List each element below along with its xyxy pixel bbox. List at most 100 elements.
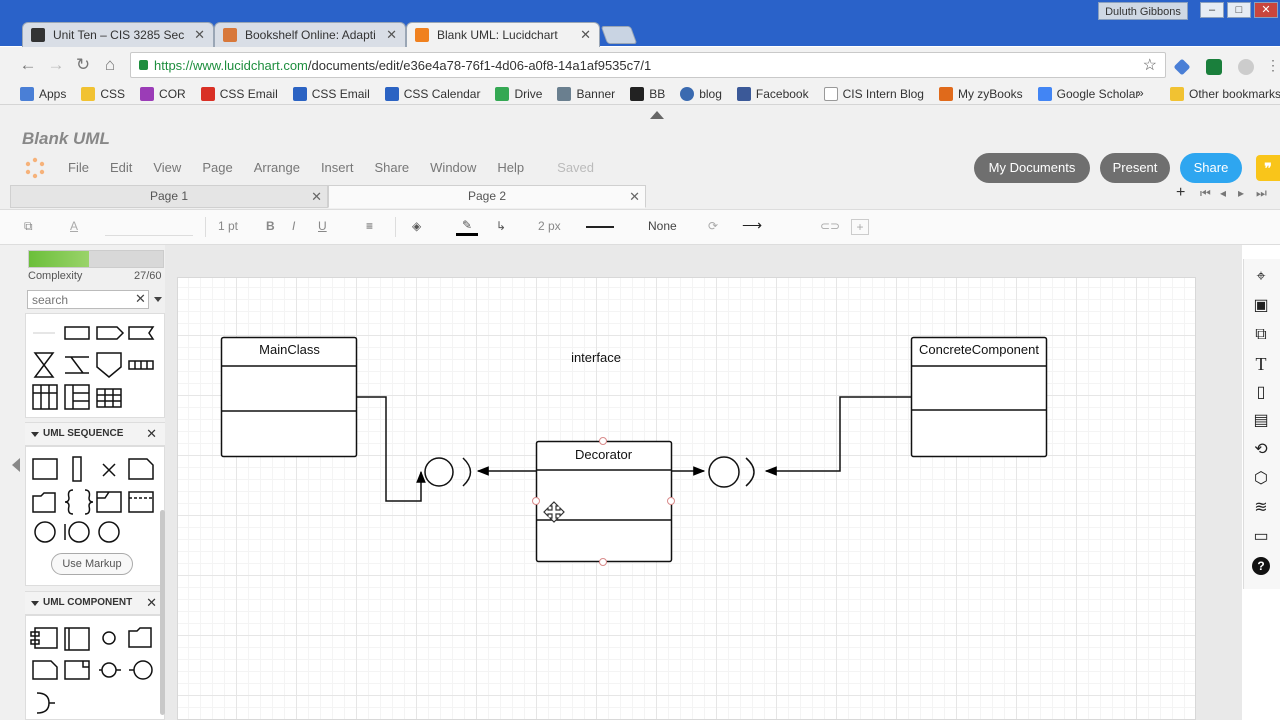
text-tool-icon[interactable]: T xyxy=(1252,355,1270,373)
menu-file[interactable]: File xyxy=(68,160,89,175)
bold-icon[interactable]: B xyxy=(266,219,275,233)
home-icon[interactable]: ⌂ xyxy=(100,55,120,75)
prev-page-icon[interactable]: ◂ xyxy=(1220,186,1226,200)
clear-search-icon[interactable]: ✕ xyxy=(135,291,146,307)
use-markup-button[interactable]: Use Markup xyxy=(51,553,133,575)
extension-icon[interactable] xyxy=(1206,59,1222,75)
shape-note[interactable] xyxy=(128,458,154,480)
bookmark-banner[interactable]: Banner xyxy=(557,86,615,101)
close-tab-icon[interactable]: ✕ xyxy=(194,27,205,43)
paint-format-icon[interactable]: ⧉ xyxy=(24,219,33,234)
help-icon[interactable]: ? xyxy=(1252,557,1270,575)
shape-z[interactable] xyxy=(65,356,89,374)
share-button[interactable]: Share xyxy=(1180,153,1242,183)
shape-search-input[interactable] xyxy=(27,290,149,309)
image-icon[interactable]: ▣ xyxy=(1252,297,1270,315)
reload-icon[interactable]: ↻ xyxy=(73,55,93,75)
bookmark-cor[interactable]: COR xyxy=(140,86,186,101)
link-icon[interactable]: ⊂⊃ xyxy=(820,219,840,233)
extension-icon[interactable] xyxy=(1173,58,1191,76)
arrow-start-select[interactable]: None xyxy=(648,219,677,233)
other-bookmarks[interactable]: Other bookmarks xyxy=(1170,87,1280,101)
next-page-icon[interactable]: ▸ xyxy=(1238,186,1244,200)
data-icon[interactable]: ⬡ xyxy=(1252,470,1270,488)
menu-window[interactable]: Window xyxy=(430,160,476,175)
shape-fragment[interactable] xyxy=(96,491,122,513)
shape-control[interactable] xyxy=(98,521,120,543)
menu-edit[interactable]: Edit xyxy=(110,160,132,175)
align-icon[interactable]: ≡ xyxy=(366,219,373,233)
menu-arrange[interactable]: Arrange xyxy=(254,160,300,175)
line-pattern-select[interactable] xyxy=(586,226,614,228)
shape-artifact[interactable] xyxy=(32,660,58,680)
presentation-icon[interactable]: ▭ xyxy=(1252,528,1270,546)
address-bar[interactable]: https://www.lucidchart.com/documents/edi… xyxy=(130,52,1166,78)
forward-icon[interactable]: → xyxy=(46,55,66,75)
mainclass-name[interactable]: MainClass xyxy=(222,342,357,357)
shape-table-2[interactable] xyxy=(64,384,90,410)
text-color-icon[interactable]: A xyxy=(70,219,78,233)
back-icon[interactable]: ← xyxy=(18,55,38,75)
shape-braces[interactable] xyxy=(64,489,94,515)
present-button[interactable]: Present xyxy=(1100,153,1170,183)
collapse-header-icon[interactable] xyxy=(650,111,664,119)
document-title[interactable]: Blank UML xyxy=(22,129,110,149)
shape-frame[interactable] xyxy=(128,491,154,513)
feedback-icon[interactable]: ❞ xyxy=(1256,155,1280,181)
shape-package[interactable] xyxy=(128,627,152,648)
shape-grid-table[interactable] xyxy=(96,388,122,408)
maximize-button[interactable]: □ xyxy=(1227,2,1251,18)
shape-interface[interactable] xyxy=(102,631,116,645)
menu-view[interactable]: View xyxy=(153,160,181,175)
bookmark-css[interactable]: CSS xyxy=(81,86,125,101)
shape-arrow-right[interactable] xyxy=(96,326,125,340)
bookmark-bb[interactable]: BB xyxy=(630,86,665,101)
document-icon[interactable]: ▤ xyxy=(1252,412,1270,430)
swap-arrows-icon[interactable]: ⟳ xyxy=(708,219,718,233)
insert-shape-icon[interactable]: + xyxy=(851,219,869,235)
close-library-icon[interactable]: ✕ xyxy=(146,423,157,445)
last-page-icon[interactable]: ⏭ xyxy=(1256,186,1267,201)
menu-page[interactable]: Page xyxy=(202,160,232,175)
bookmark-my-zybooks[interactable]: My zyBooks xyxy=(938,86,1023,101)
bookmark-blog[interactable]: blog xyxy=(680,86,722,101)
new-tab-button[interactable] xyxy=(600,26,638,44)
menu-share[interactable]: Share xyxy=(374,160,409,175)
shape-lifeline-box[interactable] xyxy=(32,458,58,480)
crosshair-icon[interactable]: ⌖ xyxy=(1252,268,1270,286)
collapse-left-panel-icon[interactable] xyxy=(12,458,20,472)
shape-port[interactable] xyxy=(133,660,153,680)
uml-component-header[interactable]: UML COMPONENT ✕ xyxy=(25,591,165,615)
bookmarks-overflow-button[interactable]: » xyxy=(1137,86,1144,100)
underline-icon[interactable]: U xyxy=(318,219,327,233)
bookmark-star-icon[interactable]: ☆ xyxy=(1143,55,1157,75)
bookmark-drive[interactable]: Drive xyxy=(495,86,542,101)
shape-required-interface[interactable] xyxy=(36,692,50,714)
menu-insert[interactable]: Insert xyxy=(321,160,354,175)
minimize-button[interactable]: – xyxy=(1200,2,1224,18)
arrow-end-select[interactable]: ⟶ xyxy=(742,217,762,234)
browser-tab-unit-ten[interactable]: Unit Ten – CIS 3285 Sec ✕ xyxy=(22,22,214,47)
italic-icon[interactable]: I xyxy=(292,219,295,233)
shape-document[interactable] xyxy=(64,660,90,680)
browser-tab-lucidchart[interactable]: Blank UML: Lucidchart ✕ xyxy=(406,22,600,47)
concretecomponent-name[interactable]: ConcreteComponent xyxy=(911,342,1047,357)
font-size-select[interactable]: 1 pt xyxy=(218,219,238,233)
tab-page-1[interactable]: Page 1 ✕ xyxy=(10,185,328,208)
shape-component[interactable] xyxy=(34,627,58,649)
decorator-name[interactable]: Decorator xyxy=(536,447,671,462)
close-window-button[interactable]: ✕ xyxy=(1254,2,1278,18)
shape-hourglass[interactable] xyxy=(33,352,55,378)
line-color-icon[interactable]: ✎ xyxy=(456,218,478,236)
browser-tab-bookshelf[interactable]: Bookshelf Online: Adapti ✕ xyxy=(214,22,406,47)
shape-destroy[interactable] xyxy=(102,463,116,477)
close-library-icon[interactable]: ✕ xyxy=(146,592,157,614)
line-style-icon[interactable]: ↳ xyxy=(496,219,506,233)
shape-table[interactable] xyxy=(32,384,58,410)
close-tab-icon[interactable]: ✕ xyxy=(580,27,591,43)
font-select[interactable] xyxy=(105,218,193,236)
shape-entity[interactable] xyxy=(34,521,56,543)
bookmark-css-email-gmail[interactable]: CSS Email xyxy=(200,86,278,101)
add-page-icon[interactable]: + xyxy=(1176,184,1185,202)
my-documents-button[interactable]: My Documents xyxy=(974,153,1090,183)
